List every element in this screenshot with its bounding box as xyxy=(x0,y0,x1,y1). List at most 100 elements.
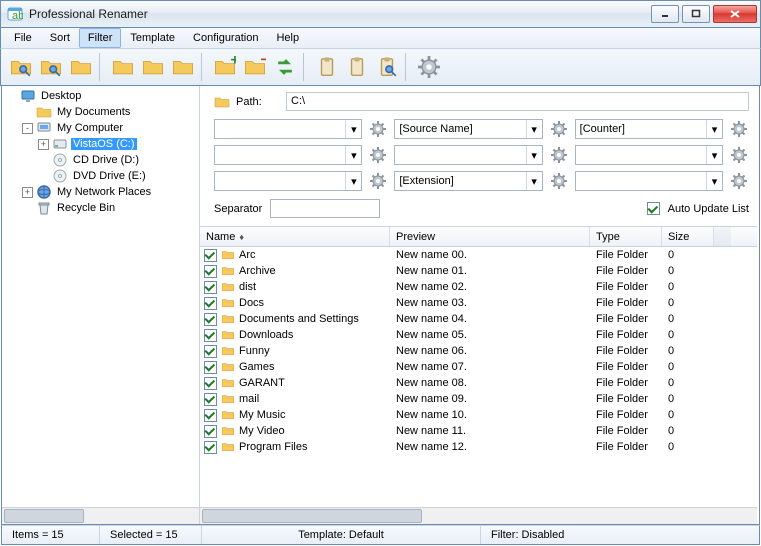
tree-node[interactable]: CD Drive (D:) xyxy=(4,152,197,168)
table-row[interactable]: DownloadsNew name 05.File Folder0 xyxy=(200,327,757,343)
clipboard-copy-icon[interactable] xyxy=(343,53,371,81)
table-row[interactable]: mailNew name 09.File Folder0 xyxy=(200,391,757,407)
path-value[interactable]: C:\ xyxy=(286,92,749,111)
tree-node[interactable]: Desktop xyxy=(4,88,197,104)
tree-label: CD Drive (D:) xyxy=(71,154,141,166)
tree-node[interactable]: My Documents xyxy=(4,104,197,120)
filter-folder-icon[interactable] xyxy=(37,53,65,81)
template-combo-r0c2[interactable]: [Counter]▾ xyxy=(575,119,723,139)
row-name: Docs xyxy=(239,297,264,309)
table-hscrollbar[interactable] xyxy=(200,507,757,524)
row-checkbox[interactable] xyxy=(204,361,217,374)
folder-icon xyxy=(220,377,236,390)
minimize-button[interactable] xyxy=(651,5,679,23)
table-row[interactable]: DocsNew name 03.File Folder0 xyxy=(200,295,757,311)
col-type[interactable]: Type xyxy=(590,227,662,246)
row-type: File Folder xyxy=(590,393,662,405)
col-preview[interactable]: Preview xyxy=(390,227,590,246)
col-name[interactable]: Name ♦ xyxy=(200,227,390,246)
tree-node[interactable]: - My Computer xyxy=(4,120,197,136)
cd-icon xyxy=(52,152,68,168)
tree-node[interactable]: DVD Drive (E:) xyxy=(4,168,197,184)
menu-template[interactable]: Template xyxy=(121,28,184,48)
row-checkbox[interactable] xyxy=(204,441,217,454)
row-type: File Folder xyxy=(590,313,662,325)
templates-icon[interactable] xyxy=(67,53,95,81)
template-combo-r2c1[interactable]: [Extension]▾ xyxy=(394,171,542,191)
menu-filter[interactable]: Filter xyxy=(79,28,121,48)
menu-configuration[interactable]: Configuration xyxy=(184,28,267,48)
row-checkbox[interactable] xyxy=(204,409,217,422)
combo-gear-r0c0[interactable] xyxy=(368,119,388,139)
table-body[interactable]: ArcNew name 00.File Folder0ArchiveNew na… xyxy=(200,247,757,507)
row-checkbox[interactable] xyxy=(204,249,217,262)
col-size[interactable]: Size xyxy=(662,227,714,246)
combo-gear-r2c0[interactable] xyxy=(368,171,388,191)
tree-node[interactable]: +My Network Places xyxy=(4,184,197,200)
swap-icon[interactable] xyxy=(271,53,299,81)
row-checkbox[interactable] xyxy=(204,313,217,326)
table-row[interactable]: My VideoNew name 11.File Folder0 xyxy=(200,423,757,439)
folder-icon[interactable] xyxy=(109,53,137,81)
menu-help[interactable]: Help xyxy=(267,28,308,48)
separator-input[interactable] xyxy=(270,199,380,218)
refresh-icon[interactable] xyxy=(7,53,35,81)
combo-gear-r2c1[interactable] xyxy=(549,171,569,191)
table-row[interactable]: Program FilesNew name 12.File Folder0 xyxy=(200,439,757,455)
row-checkbox[interactable] xyxy=(204,377,217,390)
clipboard-search-icon[interactable] xyxy=(373,53,401,81)
template-combo-r1c1[interactable]: ▾ xyxy=(394,145,542,165)
tree-node[interactable]: +VistaOS (C:) xyxy=(4,136,197,152)
template-combo-r2c0[interactable]: ▾ xyxy=(214,171,362,191)
settings-gear-icon[interactable] xyxy=(415,53,443,81)
folder-tree[interactable]: DesktopMy Documents - My Computer +VistaOS … xyxy=(2,86,199,507)
template-combo-r0c0[interactable]: ▾ xyxy=(214,119,362,139)
table-row[interactable]: distNew name 02.File Folder0 xyxy=(200,279,757,295)
template-combo-r0c1[interactable]: [Source Name]▾ xyxy=(394,119,542,139)
table-row[interactable]: ArcNew name 00.File Folder0 xyxy=(200,247,757,263)
folders-icon[interactable] xyxy=(169,53,197,81)
table-row[interactable]: My MusicNew name 10.File Folder0 xyxy=(200,407,757,423)
combo-gear-r0c2[interactable] xyxy=(729,119,749,139)
template-combo-r1c0[interactable]: ▾ xyxy=(214,145,362,165)
row-checkbox[interactable] xyxy=(204,425,217,438)
tree-label: My Computer xyxy=(55,122,125,134)
tree-expander[interactable]: + xyxy=(38,139,49,150)
tree-expander[interactable]: - xyxy=(22,123,33,134)
combo-gear-r1c0[interactable] xyxy=(368,145,388,165)
bin-icon xyxy=(36,200,52,216)
table-row[interactable]: ArchiveNew name 01.File Folder0 xyxy=(200,263,757,279)
add-folder-icon[interactable] xyxy=(211,53,239,81)
row-checkbox[interactable] xyxy=(204,297,217,310)
gear-icon xyxy=(551,173,567,189)
menu-file[interactable]: File xyxy=(5,28,41,48)
auto-update-checkbox[interactable] xyxy=(647,202,660,215)
clipboard-icon[interactable] xyxy=(313,53,341,81)
maximize-button[interactable] xyxy=(682,5,710,23)
close-button[interactable] xyxy=(713,5,757,23)
row-checkbox[interactable] xyxy=(204,345,217,358)
tree-hscrollbar[interactable] xyxy=(2,507,199,524)
table-row[interactable]: FunnyNew name 06.File Folder0 xyxy=(200,343,757,359)
row-type: File Folder xyxy=(590,281,662,293)
table-row[interactable]: GARANTNew name 08.File Folder0 xyxy=(200,375,757,391)
table-row[interactable]: Documents and SettingsNew name 04.File F… xyxy=(200,311,757,327)
combo-gear-r0c1[interactable] xyxy=(549,119,569,139)
combo-gear-r1c2[interactable] xyxy=(729,145,749,165)
template-combo-r1c2[interactable]: ▾ xyxy=(575,145,723,165)
auto-update-label: Auto Update List xyxy=(668,203,749,215)
remove-folder-icon[interactable] xyxy=(241,53,269,81)
folder-tree-icon[interactable] xyxy=(139,53,167,81)
menu-sort[interactable]: Sort xyxy=(41,28,79,48)
tree-expander[interactable]: + xyxy=(22,187,33,198)
template-combo-r2c2[interactable]: ▾ xyxy=(575,171,723,191)
combo-gear-r1c1[interactable] xyxy=(549,145,569,165)
table-row[interactable]: GamesNew name 07.File Folder0 xyxy=(200,359,757,375)
desktop-icon xyxy=(20,88,36,104)
tree-node[interactable]: Recycle Bin xyxy=(4,200,197,216)
row-checkbox[interactable] xyxy=(204,265,217,278)
combo-gear-r2c2[interactable] xyxy=(729,171,749,191)
row-checkbox[interactable] xyxy=(204,329,217,342)
row-checkbox[interactable] xyxy=(204,281,217,294)
row-checkbox[interactable] xyxy=(204,393,217,406)
